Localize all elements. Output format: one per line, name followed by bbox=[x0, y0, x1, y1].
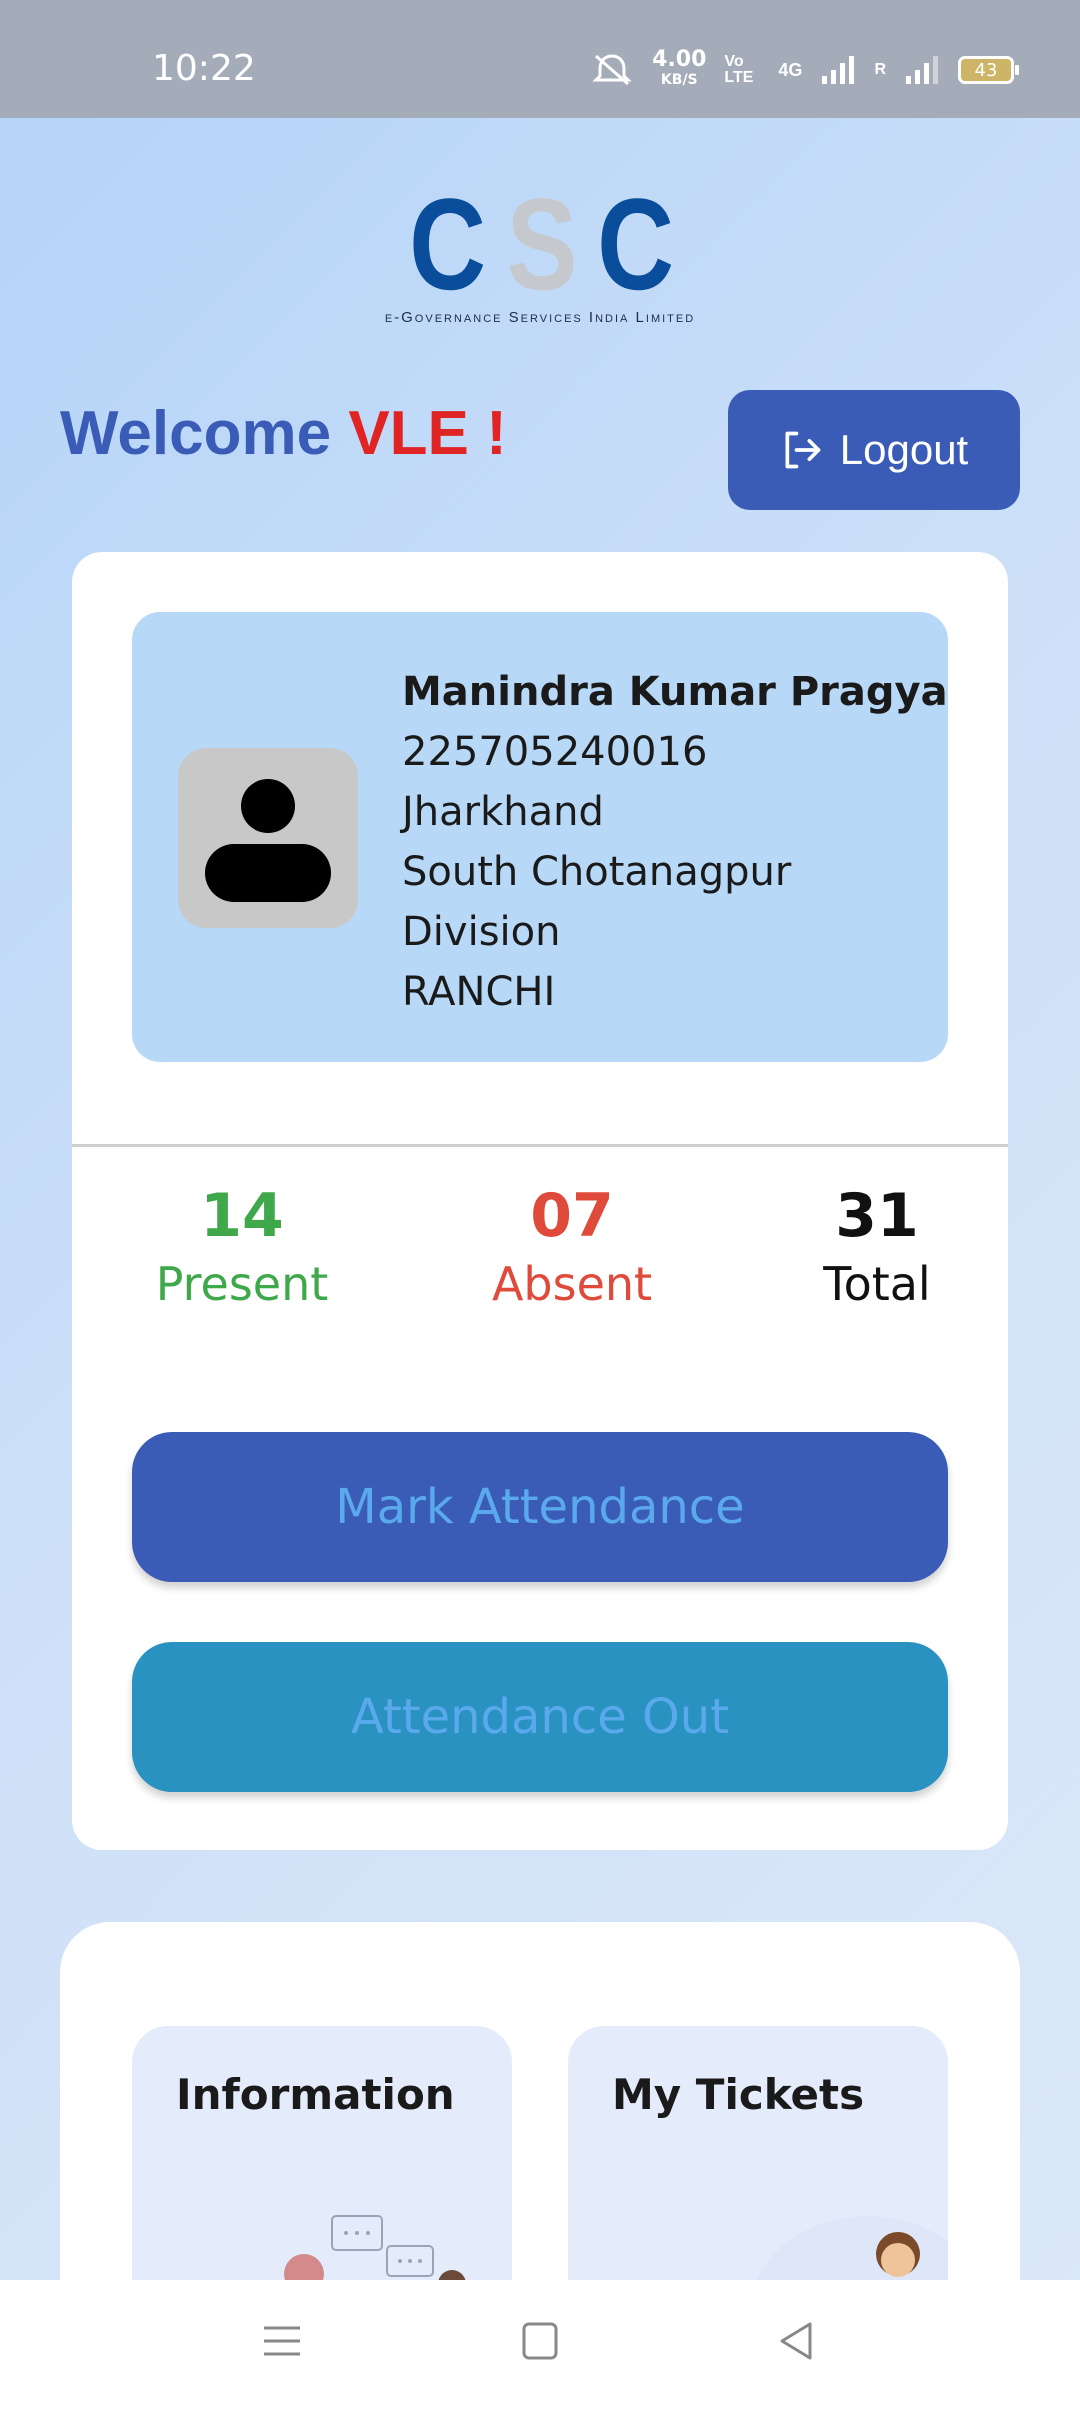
profile-info: Manindra Kumar Pragya 225705240016 Jhark… bbox=[402, 662, 948, 1022]
volte-label: Vo LTE bbox=[724, 53, 754, 86]
user-icon bbox=[205, 779, 331, 902]
battery-level: 43 bbox=[974, 59, 998, 81]
logo-letter-2: S bbox=[506, 171, 577, 317]
profile-district: RANCHI bbox=[402, 969, 556, 1015]
mute-icon bbox=[592, 54, 632, 86]
total-count: 31 bbox=[835, 1181, 919, 1251]
system-nav-bar bbox=[0, 2280, 1080, 2412]
my-tickets-title: My Tickets bbox=[612, 2070, 865, 2119]
net-speed: 4.00 KB/S bbox=[652, 47, 707, 90]
total-label: Total bbox=[823, 1257, 931, 1311]
profile-state: Jharkhand bbox=[402, 789, 604, 835]
menu-icon[interactable] bbox=[262, 2316, 302, 2366]
csc-logo: C S C e-Governance Services India Limite… bbox=[340, 171, 740, 335]
absent-count: 07 bbox=[530, 1181, 614, 1251]
present-stat: 14 Present bbox=[142, 1180, 342, 1316]
network-type: 4G bbox=[778, 59, 803, 80]
status-icons: 4.00 KB/S Vo LTE 4G R 43 bbox=[590, 47, 1019, 90]
net-speed-unit: KB/S bbox=[660, 72, 698, 88]
home-icon[interactable] bbox=[520, 2316, 560, 2366]
avatar bbox=[178, 748, 358, 928]
divider bbox=[72, 1144, 1008, 1147]
back-icon[interactable] bbox=[776, 2316, 816, 2366]
mark-attendance-button[interactable]: Mark Attendance bbox=[132, 1432, 948, 1582]
attendance-card: Manindra Kumar Pragya 225705240016 Jhark… bbox=[72, 552, 1008, 1850]
information-title: Information bbox=[176, 2070, 455, 2119]
welcome-heading: Welcome VLE ! bbox=[60, 398, 507, 469]
logout-label: Logout bbox=[839, 426, 969, 473]
status-time: 10:22 bbox=[152, 48, 256, 89]
present-label: Present bbox=[155, 1257, 329, 1311]
services-card: Information My Tickets bbox=[60, 1922, 1020, 2326]
absent-stat: 07 Absent bbox=[472, 1180, 672, 1316]
logo-letter-3: C bbox=[597, 171, 674, 317]
welcome-text: Welcome bbox=[60, 399, 332, 468]
signal-2-icon bbox=[906, 56, 938, 84]
profile-division-line1: South Chotanagpur bbox=[402, 849, 792, 895]
present-count: 14 bbox=[200, 1181, 284, 1251]
profile-id: 225705240016 bbox=[402, 729, 708, 775]
profile-division-line2: Division bbox=[402, 909, 561, 955]
logo-letter-1: C bbox=[408, 171, 486, 317]
status-bar: 10:22 4.00 KB/S Vo LTE 4G R 43 bbox=[0, 0, 1080, 118]
signal-icon bbox=[822, 56, 855, 84]
roaming-label: R bbox=[874, 61, 886, 78]
absent-label: Absent bbox=[491, 1257, 653, 1311]
logout-icon bbox=[785, 431, 821, 469]
attendance-out-button[interactable]: Attendance Out bbox=[132, 1642, 948, 1792]
logout-button[interactable]: Logout bbox=[728, 390, 1020, 510]
profile-name: Manindra Kumar Pragya bbox=[402, 669, 948, 715]
battery-icon: 43 bbox=[958, 56, 1019, 84]
total-stat: 31 Total bbox=[802, 1180, 952, 1316]
profile-box: Manindra Kumar Pragya 225705240016 Jhark… bbox=[132, 612, 948, 1062]
net-speed-value: 4.00 bbox=[652, 47, 707, 72]
welcome-vle: VLE ! bbox=[348, 399, 507, 468]
